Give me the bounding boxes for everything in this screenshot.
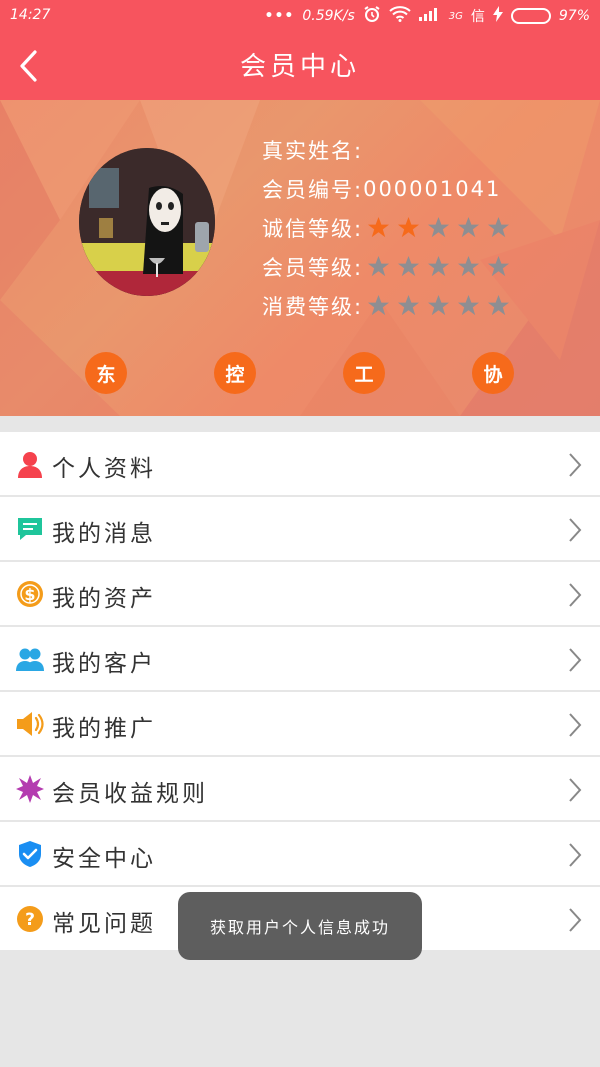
menu-label: 我的客户: [52, 651, 156, 677]
chevron-right-icon: [569, 713, 582, 737]
menu-label: 安全中心: [52, 846, 156, 872]
name-label: 真实姓名:: [262, 138, 364, 163]
member-level-stars: [367, 255, 510, 278]
status-indicators: ••• 0.59K/s 3G 信 97%: [265, 5, 590, 27]
badge-chip-xie[interactable]: 协: [472, 352, 514, 394]
megaphone-icon: [16, 710, 44, 738]
menu-item-messages[interactable]: 我的消息: [0, 497, 600, 562]
member-level-row: 会员等级:: [262, 247, 510, 286]
chevron-right-icon: [569, 648, 582, 672]
menu-label: 常见问题: [52, 911, 156, 937]
chevron-right-icon: [569, 453, 582, 477]
credit-level-row: 诚信等级:: [262, 208, 510, 247]
toast-message: 获取用户个人信息成功: [178, 892, 422, 960]
star-empty-icon: [428, 216, 450, 238]
consume-level-stars: [367, 294, 510, 317]
battery-percent: 97%: [558, 8, 590, 24]
badge-chips: 东 控 工 协: [0, 352, 600, 396]
badge-chip-kong[interactable]: 控: [214, 352, 256, 394]
consume-level-label: 消费等级:: [262, 294, 364, 319]
profile-banner: 真实姓名: 会员编号: 000001041 诚信等级: 会员等级: 消费等级: …: [0, 100, 600, 416]
name-row: 真实姓名:: [262, 130, 510, 169]
network-speed: 0.59K/s: [302, 8, 355, 24]
starburst-icon: [16, 775, 44, 803]
credit-level-label: 诚信等级:: [262, 216, 364, 241]
menu-label: 会员收益规则: [52, 781, 208, 807]
question-icon: ?: [16, 905, 44, 933]
star-empty-icon: [428, 294, 450, 316]
chevron-right-icon: [569, 583, 582, 607]
users-icon: [16, 645, 44, 673]
title-bar: 会员中心: [0, 32, 600, 100]
menu-item-security[interactable]: 安全中心: [0, 822, 600, 887]
star-empty-icon: [488, 294, 510, 316]
menu-label: 我的资产: [52, 586, 156, 612]
signal-icon: [418, 7, 441, 25]
badge-chip-dong[interactable]: 东: [85, 352, 127, 394]
notification-dots: •••: [264, 8, 295, 24]
shield-check-icon: [16, 840, 44, 868]
svg-text:?: ?: [25, 910, 35, 930]
star-filled-icon: [398, 216, 420, 238]
sim-icon: 信: [470, 9, 485, 25]
member-no-label: 会员编号:: [262, 177, 364, 202]
chevron-right-icon: [569, 778, 582, 802]
menu-item-promotion[interactable]: 我的推广: [0, 692, 600, 757]
menu-item-customers[interactable]: 我的客户: [0, 627, 600, 692]
star-empty-icon: [488, 216, 510, 238]
wifi-icon: [389, 6, 411, 26]
person-icon: [16, 450, 44, 478]
star-empty-icon: [398, 255, 420, 277]
page-title: 会员中心: [239, 52, 360, 82]
menu-item-assets[interactable]: $ 我的资产: [0, 562, 600, 627]
menu-item-profile[interactable]: 个人资料: [0, 432, 600, 497]
star-empty-icon: [368, 294, 390, 316]
svg-text:$: $: [24, 585, 35, 604]
menu-label: 我的推广: [52, 716, 156, 742]
menu-list: 个人资料 我的消息 $ 我的资产 我的客户 我的推广 会员收益规则 安全中心 ?…: [0, 432, 600, 952]
battery-icon: [510, 8, 551, 24]
charging-icon: [492, 6, 503, 26]
star-empty-icon: [458, 255, 480, 277]
menu-label: 我的消息: [52, 521, 156, 547]
member-no-value: 000001041: [363, 176, 502, 201]
badge-chip-gong[interactable]: 工: [343, 352, 385, 394]
consume-level-row: 消费等级:: [262, 286, 510, 325]
status-bar: 14:27 ••• 0.59K/s 3G 信 97%: [0, 0, 600, 32]
star-empty-icon: [398, 294, 420, 316]
menu-label: 个人资料: [52, 456, 156, 482]
top-bar: 14:27 ••• 0.59K/s 3G 信 97% 会员中心: [0, 0, 600, 100]
message-icon: [16, 515, 44, 543]
alarm-icon: [363, 5, 381, 27]
chevron-right-icon: [569, 908, 582, 932]
star-empty-icon: [368, 255, 390, 277]
member-no-row: 会员编号: 000001041: [262, 169, 510, 208]
star-filled-icon: [368, 216, 390, 238]
network-type: 3G: [448, 10, 463, 22]
status-time: 14:27: [10, 7, 51, 23]
star-empty-icon: [458, 216, 480, 238]
star-empty-icon: [428, 255, 450, 277]
avatar-image: [79, 148, 215, 296]
member-level-label: 会员等级:: [262, 255, 364, 280]
menu-item-earning-rules[interactable]: 会员收益规则: [0, 757, 600, 822]
chevron-right-icon: [569, 843, 582, 867]
credit-level-stars: [367, 216, 510, 239]
profile-info: 真实姓名: 会员编号: 000001041 诚信等级: 会员等级: 消费等级:: [262, 130, 510, 325]
star-empty-icon: [488, 255, 510, 277]
chevron-right-icon: [569, 518, 582, 542]
dollar-coin-icon: $: [16, 580, 44, 608]
avatar[interactable]: [79, 148, 215, 296]
star-empty-icon: [458, 294, 480, 316]
